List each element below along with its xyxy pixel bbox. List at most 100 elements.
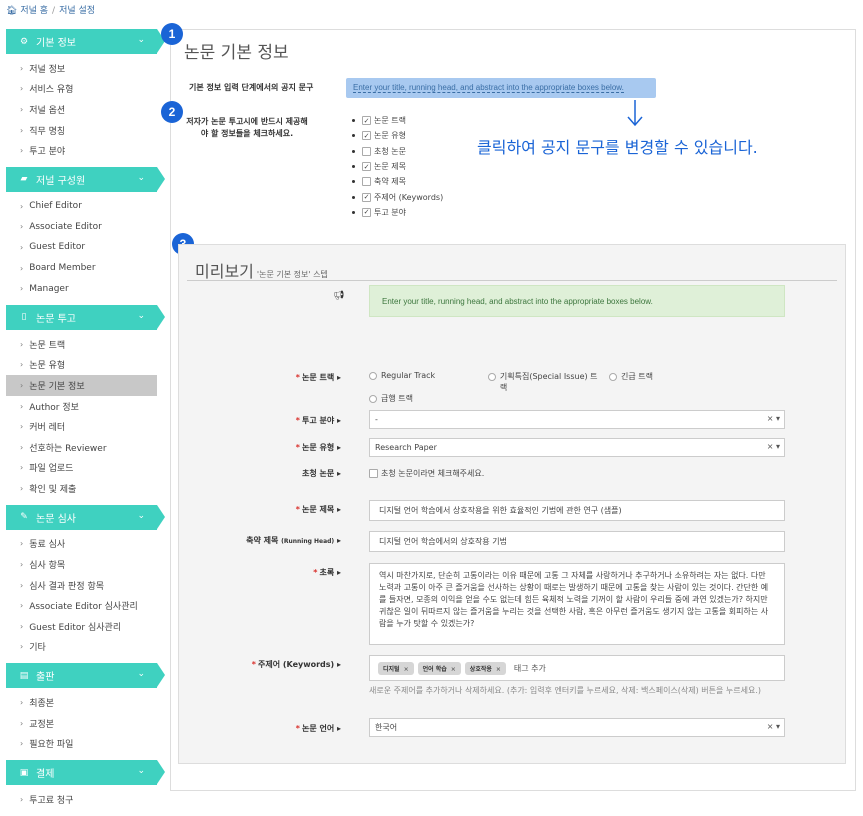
sidebar-item-label: 서비스 유형 bbox=[29, 85, 74, 96]
keyword-tag: 언어 학습 × bbox=[417, 661, 461, 675]
sidebar-item[interactable]: › 교정본 bbox=[6, 713, 157, 734]
clear-dropdown-icon[interactable]: × ▾ bbox=[767, 414, 780, 423]
sidebar-section-header[interactable]: ▣ 결제 ⌄ bbox=[6, 760, 165, 786]
sidebar-section-header[interactable]: ⚙ 기본 정보 ⌄ bbox=[6, 29, 165, 54]
breadcrumb-home-link[interactable]: 저널 홈 bbox=[20, 6, 48, 16]
required-star: * bbox=[313, 568, 318, 577]
divider bbox=[187, 280, 837, 281]
checklist-item[interactable]: ✓ 논문 트랙 bbox=[352, 113, 443, 128]
sidebar-item-label: 확인 및 제출 bbox=[29, 484, 77, 495]
chevron-right-icon: › bbox=[20, 580, 24, 590]
checkbox-checked-icon[interactable]: ✓ bbox=[362, 192, 371, 202]
clear-dropdown-icon[interactable]: × ▾ bbox=[767, 722, 780, 731]
remove-tag-icon[interactable]: × bbox=[404, 666, 409, 673]
sidebar-section-header[interactable]: ▰ 저널 구성원 ⌄ bbox=[6, 166, 165, 192]
breadcrumb-current-link[interactable]: 저널 설정 bbox=[59, 6, 95, 16]
sidebar-item[interactable]: › 심사 결과 판정 항목 bbox=[6, 575, 157, 596]
sidebar-section-title: 저널 구성원 bbox=[36, 175, 86, 187]
chevron-down-icon: ⌄ bbox=[137, 310, 145, 321]
sidebar-item[interactable]: › 저널 옵션 bbox=[6, 99, 157, 120]
required-info-checklist: ✓ 논문 트랙 ✓ 논문 유형 초청 논문 ✓ 논문 제목 축약 제목 ✓ 주제어 (Keywor… bbox=[352, 113, 443, 220]
chevron-right-icon: › bbox=[20, 621, 24, 631]
sidebar-item-label: 기타 bbox=[29, 643, 46, 654]
sidebar-item[interactable]: › 최종본 bbox=[6, 692, 157, 713]
sidebar-item[interactable]: › 저널 정보 bbox=[6, 58, 157, 79]
checkbox-icon[interactable] bbox=[362, 177, 371, 187]
label-invited: 초청 논문 ▸ bbox=[301, 469, 341, 478]
sidebar-item[interactable]: › Author 정보 bbox=[6, 396, 157, 417]
checkbox-checked-icon[interactable]: ✓ bbox=[362, 116, 371, 126]
notice-editable-text[interactable]: Enter your title, running head, and abst… bbox=[346, 78, 656, 98]
sidebar-item[interactable]: › Manager bbox=[6, 278, 157, 299]
sidebar-item[interactable]: › 동료 심사 bbox=[6, 534, 157, 555]
sidebar-item[interactable]: › 투고료 청구 bbox=[6, 789, 157, 810]
required-star: * bbox=[295, 373, 300, 382]
remove-tag-icon[interactable]: × bbox=[496, 666, 501, 673]
sidebar-item-label: 심사 항목 bbox=[29, 561, 66, 572]
sidebar-item[interactable]: › 투고 분야 bbox=[6, 140, 157, 161]
sidebar-section-header[interactable]: ✎ 논문 심사 ⌄ bbox=[6, 504, 165, 530]
checkbox-checked-icon[interactable]: ✓ bbox=[362, 131, 371, 141]
sidebar-item[interactable]: › 심사 항목 bbox=[6, 554, 157, 575]
checkbox-checked-icon[interactable]: ✓ bbox=[362, 162, 371, 172]
radio-track-special[interactable]: 기획특집(Special Issue) 트랙 bbox=[488, 371, 603, 393]
checklist-item[interactable]: ✓ 논문 유형 bbox=[352, 128, 443, 143]
radio-track-urgent[interactable]: 긴급 트랙 bbox=[609, 371, 653, 382]
checklist-item[interactable]: ✓ 투고 분야 bbox=[352, 205, 443, 220]
checklist-item[interactable]: ✓ 주제어 (Keywords) bbox=[352, 189, 443, 204]
sidebar-item-label: 저널 옵션 bbox=[29, 105, 66, 116]
label-type-text: 논문 유형 bbox=[301, 443, 335, 452]
chevron-right-icon: › bbox=[20, 698, 24, 708]
label-field-text: 투고 분야 bbox=[301, 416, 335, 425]
sidebar-item[interactable]: › Guest Editor bbox=[6, 237, 157, 258]
radio-track-regular[interactable]: Regular Track bbox=[369, 371, 435, 380]
type-select[interactable]: Research Paper × ▾ bbox=[369, 438, 785, 457]
sidebar-section-items: › 저널 정보 › 서비스 유형 › 저널 옵션 › 직무 명칭 › 투고 분야 bbox=[6, 54, 157, 167]
abstract-textarea[interactable]: 역시 마찬가지로, 단순히 고통이라는 이유 때문에 고통 그 자체를 사랑하거… bbox=[369, 563, 785, 645]
clear-dropdown-icon[interactable]: × ▾ bbox=[767, 442, 780, 451]
radio-track-express[interactable]: 급행 트랙 bbox=[369, 393, 413, 404]
label-title: * 논문 제목 ▸ bbox=[295, 505, 341, 514]
sidebar-item[interactable]: › 커버 레터 bbox=[6, 416, 157, 437]
sidebar-item[interactable]: › 필요한 파일 bbox=[6, 733, 157, 754]
sidebar-item[interactable]: › 논문 유형 bbox=[6, 355, 157, 376]
tag-placeholder[interactable]: 태그 추가 bbox=[514, 663, 546, 674]
keyword-tag-text: 상호작용 bbox=[469, 665, 492, 673]
sidebar-item[interactable]: › Chief Editor bbox=[6, 196, 157, 217]
sidebar-item[interactable]: › 서비스 유형 bbox=[6, 79, 157, 100]
sidebar-item[interactable]: › 확인 및 제출 bbox=[6, 478, 157, 499]
sidebar-item[interactable]: › Associate Editor bbox=[6, 217, 157, 238]
checkbox-checked-icon[interactable]: ✓ bbox=[362, 207, 371, 217]
sidebar-item[interactable]: › 논문 기본 정보 bbox=[6, 375, 157, 396]
sidebar-item[interactable]: › 파일 업로드 bbox=[6, 458, 157, 479]
sidebar-item[interactable]: › 선호하는 Reviewer bbox=[6, 437, 157, 458]
remove-tag-icon[interactable]: × bbox=[451, 666, 456, 673]
checkbox-icon[interactable] bbox=[362, 146, 371, 156]
chevron-right-icon: › bbox=[20, 380, 24, 390]
sidebar-item[interactable]: › Board Member bbox=[6, 258, 157, 279]
checklist-item[interactable]: 초청 논문 bbox=[352, 144, 443, 159]
sidebar-item-label: 논문 유형 bbox=[29, 361, 66, 372]
checklist-item[interactable]: 축약 제목 bbox=[352, 174, 443, 189]
checklist-item[interactable]: ✓ 논문 제목 bbox=[352, 159, 443, 174]
sidebar-item-label: 필요한 파일 bbox=[29, 740, 74, 751]
sidebar-item[interactable]: › 직무 명칭 bbox=[6, 120, 157, 141]
sidebar-item-label: 선호하는 Reviewer bbox=[29, 443, 107, 454]
sidebar-item[interactable]: › 논문 트랙 bbox=[6, 334, 157, 355]
running-head-input[interactable]: 디지털 언어 학습에서의 상호작용 기법 bbox=[369, 531, 785, 552]
label-running-head-en: (Running Head) bbox=[281, 538, 335, 545]
sidebar-item-label: 파일 업로드 bbox=[29, 464, 74, 475]
radio-circle-icon bbox=[369, 371, 377, 380]
sidebar-item[interactable]: › 기타 bbox=[6, 637, 157, 658]
invited-checkbox[interactable]: 초청 논문이라면 체크해주세요. bbox=[369, 468, 484, 479]
sidebar-section-header[interactable]: ▤ 출판 ⌄ bbox=[6, 663, 165, 689]
sidebar-section-header[interactable]: ▯ 논문 투고 ⌄ bbox=[6, 304, 165, 330]
sidebar-item[interactable]: › Associate Editor 심사관리 bbox=[6, 595, 157, 616]
title-input[interactable]: 디지털 언어 학습에서 상호작용을 위한 효율적인 기법에 관한 연구 (샘플) bbox=[369, 500, 785, 521]
sidebar-item[interactable]: › Guest Editor 심사관리 bbox=[6, 616, 157, 637]
field-select[interactable]: - × ▾ bbox=[369, 410, 785, 429]
language-select[interactable]: 한국어 × ▾ bbox=[369, 718, 785, 737]
keywords-input[interactable]: 디지털 × 언어 학습 × 상호작용 × 태그 추가 bbox=[369, 655, 785, 681]
checklist-label: 논문 제목 bbox=[374, 162, 406, 172]
keyword-tag-text: 디지털 bbox=[383, 665, 400, 673]
